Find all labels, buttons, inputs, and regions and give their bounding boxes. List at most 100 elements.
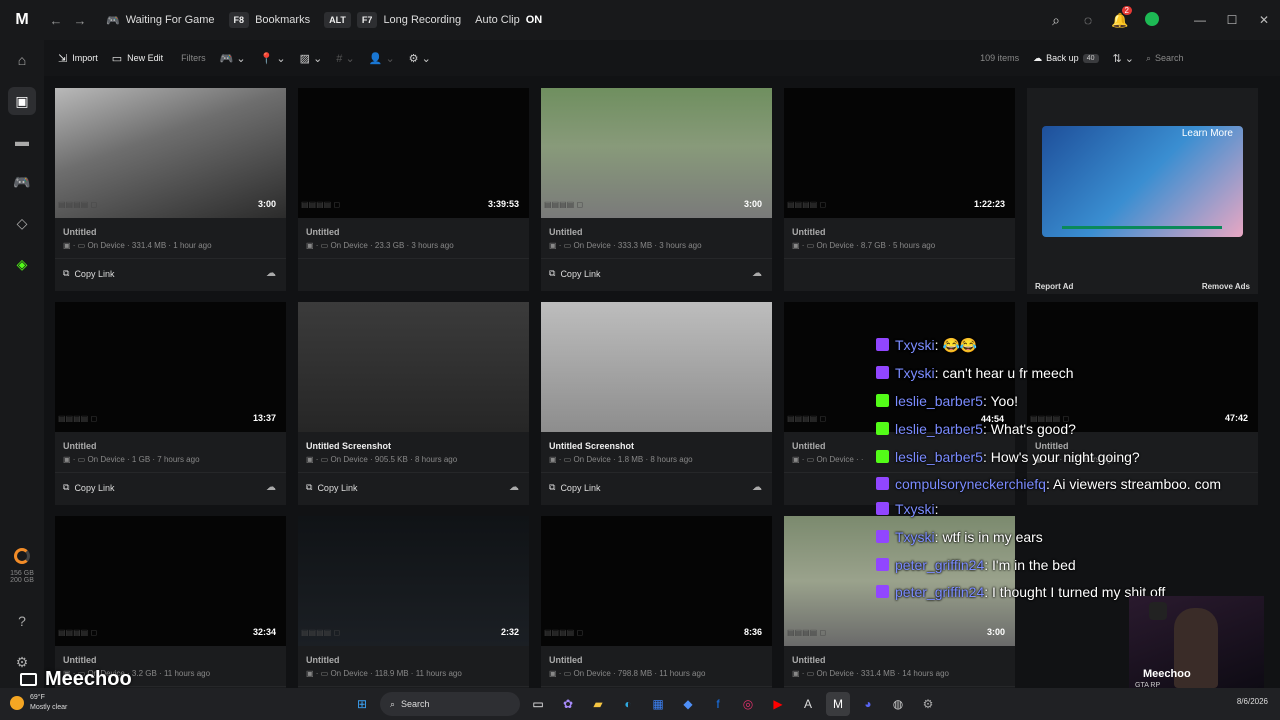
clip-title[interactable]: Untitled [792, 655, 826, 665]
clip-title[interactable]: Untitled [306, 655, 340, 665]
folder-icon[interactable]: ▬ [12, 133, 32, 153]
game-status[interactable]: 🎮 Waiting For Game [106, 14, 215, 27]
clip-title[interactable]: Untitled [63, 441, 97, 451]
clip-thumbnail[interactable] [298, 302, 529, 432]
steam-icon[interactable]: ◍ [886, 692, 910, 716]
taskbar-search[interactable]: ⌕ Search [380, 692, 520, 716]
storage-indicator[interactable]: 156 GB 200 GB [0, 548, 44, 584]
instagram-icon[interactable]: ◎ [736, 692, 760, 716]
system-tray[interactable]: 8/6/2026 [1237, 696, 1268, 707]
clip-card[interactable]: ▤▤▤▤ ◻ 3:00 Untitled ▣ · ▭ On Device · 333.… [541, 88, 772, 291]
copy-link-button[interactable]: ⧉ Copy Link [63, 268, 114, 279]
location-filter-dropdown[interactable]: 📍 ⌄ [260, 52, 286, 65]
remove-ads-button[interactable]: Remove Ads [1202, 282, 1250, 291]
clip-title[interactable]: Untitled Screenshot [306, 441, 391, 451]
settings-icon[interactable]: ⚙ [916, 692, 940, 716]
clip-title[interactable]: Untitled [306, 227, 340, 237]
youtube-icon[interactable]: ▶ [766, 692, 790, 716]
medal-app-icon[interactable]: M [826, 692, 850, 716]
forward-button[interactable]: → [68, 13, 92, 28]
clip-card[interactable]: ▤▤▤▤ ◻ 13:37 Untitled ▣ · ▭ On Device · 1 G… [55, 302, 286, 505]
copy-link-button[interactable]: ⧉ Copy Link [63, 482, 114, 493]
store-icon[interactable]: ▦ [646, 692, 670, 716]
clip-card[interactable]: Untitled Screenshot ▣ · ▭ On Device · 1.8… [541, 302, 772, 505]
long-recording-button[interactable]: ALT F7 Long Recording [324, 12, 461, 28]
clip-thumbnail[interactable]: ▤▤▤▤ ◻ 32:34 [55, 516, 286, 646]
clip-title[interactable]: Untitled [792, 441, 826, 451]
clip-card[interactable]: ▤▤▤▤ ◻ 3:00 Untitled ▣ · ▭ On Device · 331.… [55, 88, 286, 291]
back-button[interactable]: ← [44, 13, 68, 28]
home-icon[interactable]: ⌂ [12, 52, 32, 72]
webcam-name: Meechoo [1143, 668, 1191, 680]
status-indicator[interactable] [1136, 11, 1168, 29]
library-search[interactable]: ⌕ Search [1146, 53, 1256, 64]
clip-location: On Device [816, 241, 854, 250]
copilot-icon[interactable]: ✿ [556, 692, 580, 716]
clips-icon[interactable]: ▣ [8, 87, 36, 115]
minimize-button[interactable]: — [1184, 13, 1216, 27]
file-explorer-icon[interactable]: ▰ [586, 692, 610, 716]
ad-image[interactable]: Learn More [1042, 126, 1243, 237]
settings-filter-dropdown[interactable]: ⚙ ⌄ [409, 52, 431, 65]
search-icon[interactable]: ⌕ [1040, 12, 1072, 29]
bookmarks-button[interactable]: F8 Bookmarks [228, 12, 310, 28]
cloud-upload-icon[interactable]: ☁ [266, 268, 276, 279]
clip-title[interactable]: Untitled [63, 227, 97, 237]
cloud-upload-icon[interactable]: ☁ [266, 482, 276, 493]
clip-thumbnail[interactable]: ▤▤▤▤ ◻ 3:00 [55, 88, 286, 218]
copy-link-button[interactable]: ⧉ Copy Link [306, 482, 357, 493]
clip-thumbnail[interactable]: ▤▤▤▤ ◻ 8:36 [541, 516, 772, 646]
gamepad-icon[interactable]: 🎮 [12, 174, 32, 194]
clip-title[interactable]: Untitled [63, 655, 97, 665]
clip-title[interactable]: Untitled [792, 227, 826, 237]
app-logo[interactable]: M [0, 11, 44, 29]
diamond-icon[interactable]: ◇ [12, 215, 32, 235]
app-icon[interactable]: ◆ [676, 692, 700, 716]
clip-card[interactable]: Untitled Screenshot ▣ · ▭ On Device · 905… [298, 302, 529, 505]
clip-card[interactable]: ▤▤▤▤ ◻ 1:22:23 Untitled ▣ · ▭ On Device · 8… [784, 88, 1015, 291]
close-button[interactable]: ✕ [1248, 13, 1280, 27]
auto-clip-toggle[interactable]: Auto Clip ON [475, 14, 542, 26]
new-edit-button[interactable]: ▭ New Edit [112, 52, 163, 65]
maximize-button[interactable]: ☐ [1216, 13, 1248, 27]
cloud-upload-icon[interactable]: ☁ [509, 482, 519, 493]
media-type-filter-dropdown[interactable]: ▨ ⌄ [300, 52, 323, 65]
tag-filter-dropdown[interactable]: # ⌄ [336, 52, 354, 65]
report-ad-button[interactable]: Report Ad [1035, 282, 1073, 291]
facebook-icon[interactable]: f [706, 692, 730, 716]
gem-icon[interactable]: ◈ [12, 256, 32, 276]
windows-start-icon[interactable]: ⊞ [350, 692, 374, 716]
task-view-icon[interactable]: ▭ [526, 692, 550, 716]
clip-thumbnail[interactable]: ▤▤▤▤ ◻ 2:32 [298, 516, 529, 646]
game-filter-dropdown[interactable]: 🎮 ⌄ [220, 52, 246, 65]
ad-learn-more[interactable]: Learn More [1182, 128, 1233, 139]
import-button[interactable]: ⇲ Import [58, 52, 98, 65]
cloud-upload-icon[interactable]: ☁ [752, 482, 762, 493]
cloud-upload-icon[interactable]: ☁ [752, 268, 762, 279]
clip-thumbnail[interactable]: ▤▤▤▤ ◻ 3:00 [541, 88, 772, 218]
edge-icon[interactable]: ◐ [616, 692, 640, 716]
clip-thumbnail[interactable] [541, 302, 772, 432]
copy-link-label: Copy Link [560, 482, 601, 493]
clip-title[interactable]: Untitled [549, 227, 583, 237]
bell-icon[interactable]: 🔔 2 [1104, 5, 1136, 29]
copy-link-button[interactable]: ⧉ Copy Link [549, 482, 600, 493]
clip-card[interactable]: ▤▤▤▤ ◻ 3:39:53 Untitled ▣ · ▭ On Device · 2… [298, 88, 529, 291]
copy-link-button[interactable]: ⧉ Copy Link [549, 268, 600, 279]
text-app-icon[interactable]: A [796, 692, 820, 716]
user-filter-dropdown[interactable]: 👤 ⌄ [369, 52, 395, 65]
clip-title[interactable]: Untitled Screenshot [549, 441, 634, 451]
card-divider [784, 258, 1015, 259]
sort-dropdown[interactable]: ⇅ ⌄ [1113, 52, 1135, 65]
clip-thumbnail[interactable]: ▤▤▤▤ ◻ 13:37 [55, 302, 286, 432]
help-icon[interactable]: ? [12, 613, 32, 633]
backup-label: Back up [1046, 53, 1079, 63]
weather-widget[interactable]: 69°F Mostly clear [10, 693, 67, 713]
clip-thumbnail[interactable]: ▤▤▤▤ ◻ 3:39:53 [298, 88, 529, 218]
clip-title[interactable]: Untitled [549, 655, 583, 665]
backup-button[interactable]: ☁ Back up 40 [1033, 53, 1099, 64]
ad-card[interactable]: Learn More Report Ad Remove Ads [1027, 88, 1258, 294]
discord-icon[interactable]: ◕ [856, 692, 880, 716]
chat-icon[interactable]: ◌ [1072, 12, 1104, 28]
clip-thumbnail[interactable]: ▤▤▤▤ ◻ 1:22:23 [784, 88, 1015, 218]
